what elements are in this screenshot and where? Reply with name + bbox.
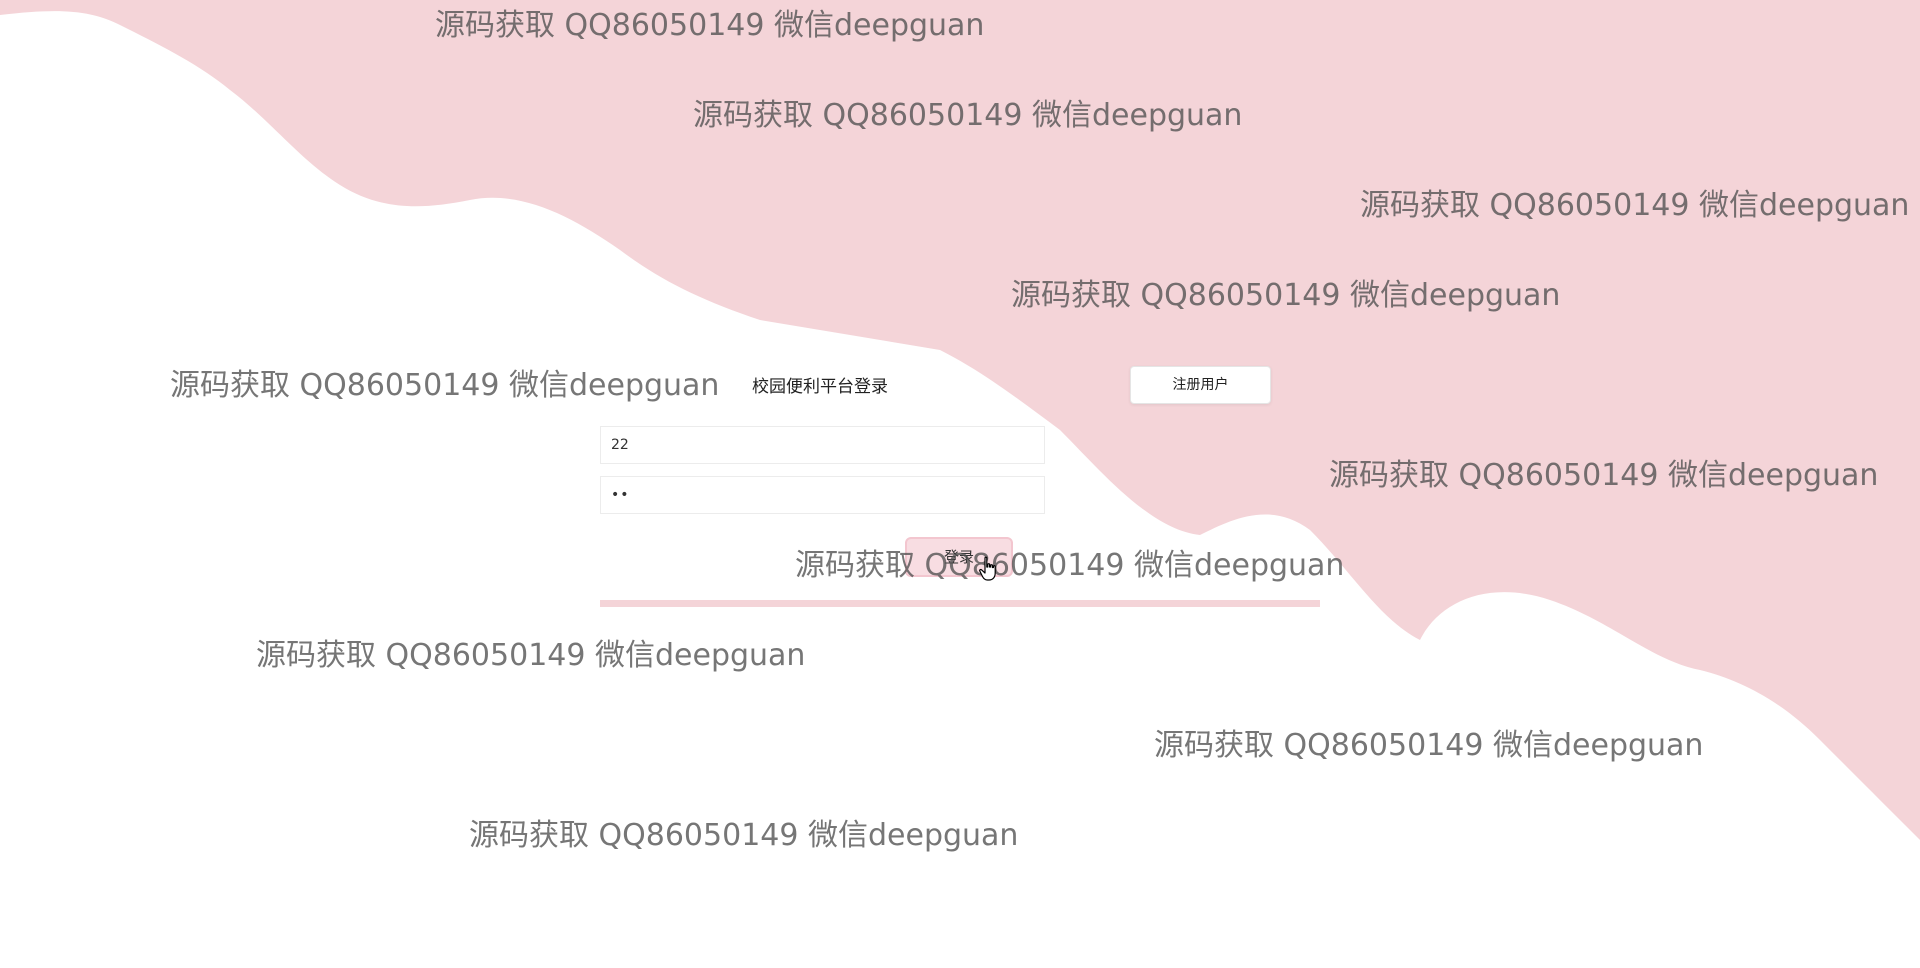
password-field[interactable]: •• [600,476,1045,514]
login-title: 校园便利平台登录 [752,377,888,397]
hand-pointer-icon [979,556,996,581]
username-field[interactable]: 22 [600,426,1045,464]
register-button[interactable]: 注册用户 [1130,366,1271,404]
form-divider-bar [600,600,1320,607]
